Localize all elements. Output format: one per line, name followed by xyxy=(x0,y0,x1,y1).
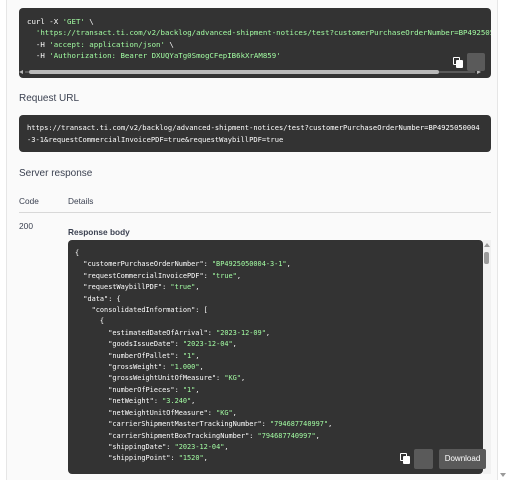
curl-line: curl -X 'GET' \ xyxy=(27,17,94,26)
response-status-code: 200 xyxy=(19,221,33,231)
response-body-label: Response body xyxy=(68,227,130,237)
details-column-header: Details xyxy=(68,196,94,206)
json-line: "carrierShipmentMasterTrackingNumber": "… xyxy=(75,420,333,429)
curl-line: 'https://transact.ti.com/v2/backlog/adva… xyxy=(35,28,491,38)
json-line: "grossWeight": "1.000", xyxy=(75,363,204,372)
code-column-header: Code xyxy=(19,196,39,206)
json-line: "requestCommercialInvoicePDF": "true", xyxy=(75,271,241,280)
curl-line: -H 'accept: application/json' \ xyxy=(27,39,174,49)
table-header-divider xyxy=(19,212,491,213)
curl-line: -H 'Authorization: Bearer DXUQYaTg0SmogC… xyxy=(27,51,281,61)
json-line: "shippingDate": "2023-12-04", xyxy=(75,442,229,451)
copy-icon[interactable] xyxy=(453,57,463,68)
server-response-title: Server response xyxy=(19,168,93,179)
request-url-title: Request URL xyxy=(19,93,80,104)
json-line: "goodsIssueDate": "2023-12-04", xyxy=(75,340,237,349)
download-button[interactable]: Download xyxy=(439,449,486,469)
scrollbar-thumb[interactable] xyxy=(484,252,489,264)
curl-copy-button[interactable] xyxy=(467,53,485,71)
json-line: "numberOfPallet": "1", xyxy=(75,351,200,360)
response-copy-button[interactable] xyxy=(414,449,433,469)
json-line: "grossWeightUnitOfMeasure": "KG", xyxy=(75,374,246,383)
json-line: "estimatedDateOfArrival": "2023-12-09", xyxy=(75,328,271,337)
page: curl -X 'GET' \ 'https://transact.ti.com… xyxy=(0,0,519,480)
copy-icon[interactable] xyxy=(400,453,410,464)
scroll-left-icon[interactable] xyxy=(19,70,23,74)
curl-horizontal-scrollbar[interactable] xyxy=(19,69,481,75)
json-line: "netWeight": "3.240", xyxy=(75,397,196,406)
json-line: "requestWaybillPDF": "true", xyxy=(75,283,200,292)
curl-command-block: curl -X 'GET' \ 'https://transact.ti.com… xyxy=(19,8,491,78)
json-line: "numberOfPieces": "1", xyxy=(75,385,200,394)
arrow-down-icon[interactable] xyxy=(500,473,506,477)
json-line: { xyxy=(75,317,105,326)
curl-command-text: curl -X 'GET' \ 'https://transact.ti.com… xyxy=(27,16,491,62)
json-line: "data": { xyxy=(75,294,121,303)
request-url-text: https://transact.ti.com/v2/backlog/advan… xyxy=(27,123,480,144)
request-url-block: https://transact.ti.com/v2/backlog/advan… xyxy=(19,115,491,152)
response-vertical-scrollbar[interactable] xyxy=(483,240,491,474)
response-body-text: { "customerPurchaseOrderNumber": "BP4925… xyxy=(75,248,332,465)
json-line: "carrierShipmentBoxTrackingNumber": "794… xyxy=(75,431,320,440)
scrollbar-thumb[interactable] xyxy=(29,70,439,74)
page-scrollbar[interactable] xyxy=(498,0,508,480)
json-line: "shippingPoint": "1520", xyxy=(75,454,208,463)
response-body-block[interactable]: { "customerPurchaseOrderNumber": "BP4925… xyxy=(68,240,483,474)
json-line: "netWeightUnitOfMeasure": "KG", xyxy=(75,408,237,417)
json-line: "consolidatedInformation": [ xyxy=(75,306,208,315)
arrow-up-icon[interactable] xyxy=(484,243,490,247)
responses-panel: curl -X 'GET' \ 'https://transact.ti.com… xyxy=(6,0,498,480)
json-line: "customerPurchaseOrderNumber": "BP492505… xyxy=(75,260,291,269)
json-line: { xyxy=(75,249,80,257)
